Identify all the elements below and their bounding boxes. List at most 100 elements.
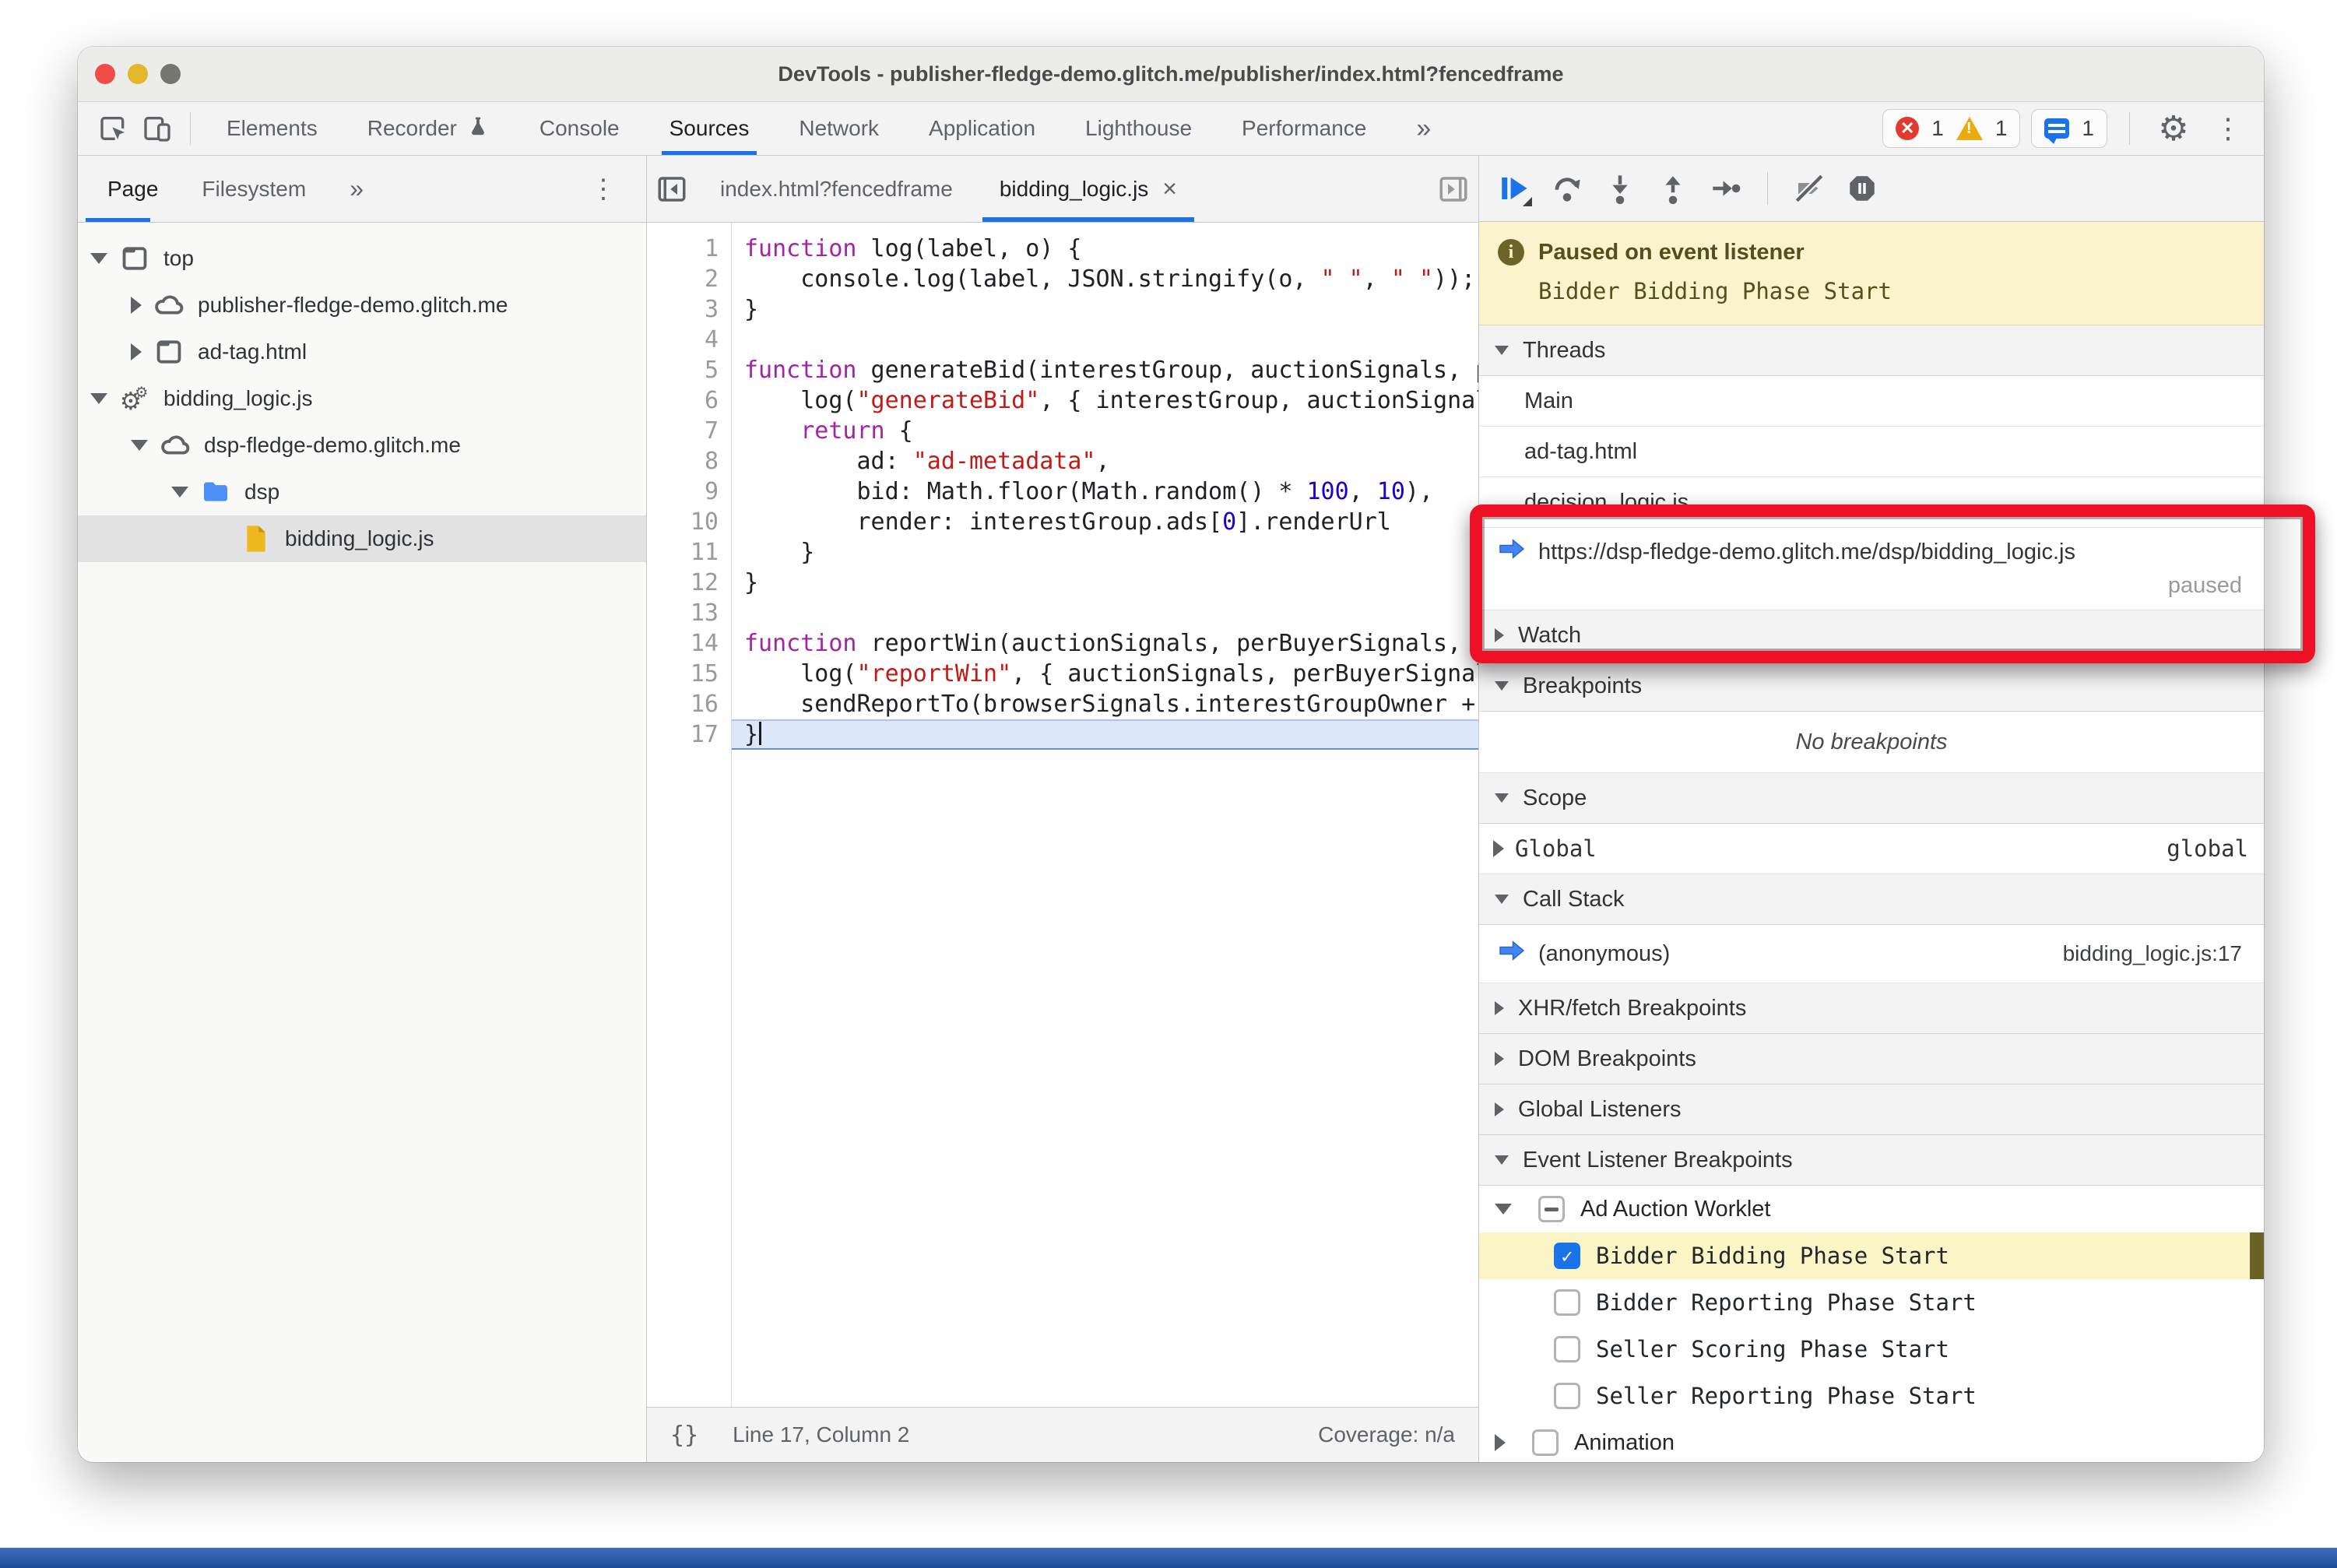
tree-item-bidding-logic-js[interactable]: ⚙ ⚙ bidding_logic.js xyxy=(78,375,646,422)
section-call-stack[interactable]: Call Stack xyxy=(1479,874,2264,925)
code-line-10[interactable]: render: interestGroup.ads[0].renderUrl xyxy=(744,507,1478,537)
line-number[interactable]: 16 xyxy=(647,689,719,719)
console-errors-warnings-badge[interactable]: ✕ 1 1 xyxy=(1882,109,2021,148)
minimize-button[interactable] xyxy=(128,64,148,84)
checkbox-icon[interactable] xyxy=(1532,1429,1559,1456)
thread-item-main[interactable]: Main xyxy=(1479,376,2264,427)
code-line-5[interactable]: function generateBid(interestGroup, auct… xyxy=(744,355,1478,385)
tree-item-publisher-fledge-demo-glitch-me[interactable]: publisher-fledge-demo.glitch.me xyxy=(78,282,646,329)
step-button[interactable] xyxy=(1703,166,1748,211)
tab-filesystem[interactable]: Filesystem xyxy=(180,156,328,222)
code-line-14[interactable]: function reportWin(auctionSignals, perBu… xyxy=(744,628,1478,659)
pause-on-exceptions-button[interactable] xyxy=(1840,166,1885,211)
code-line-4[interactable] xyxy=(744,325,1478,355)
line-number[interactable]: 3 xyxy=(647,294,719,325)
code-line-13[interactable] xyxy=(744,598,1478,628)
editor-tab-bidding-logic[interactable]: bidding_logic.js × xyxy=(976,156,1200,222)
checkbox-icon[interactable] xyxy=(1538,1196,1565,1222)
device-toolbar-button[interactable] xyxy=(135,107,179,150)
tab-performance[interactable]: Performance xyxy=(1217,102,1391,155)
window-titlebar[interactable]: DevTools - publisher-fledge-demo.glitch.… xyxy=(78,47,2264,102)
issues-badge[interactable]: 1 xyxy=(2031,109,2107,148)
code-line-1[interactable]: function log(label, o) { xyxy=(744,234,1478,264)
line-number[interactable]: 5 xyxy=(647,355,719,385)
line-number[interactable]: 15 xyxy=(647,659,719,689)
tree-item-dsp[interactable]: dsp xyxy=(78,469,646,515)
checkbox-icon[interactable] xyxy=(1554,1336,1580,1362)
tab-page[interactable]: Page xyxy=(86,156,180,222)
resume-script-button[interactable] xyxy=(1492,166,1537,211)
more-panels-button[interactable]: » xyxy=(1391,114,1456,144)
section-scope[interactable]: Scope xyxy=(1479,773,2264,824)
tree-item-ad-tag-html[interactable]: ad-tag.html xyxy=(78,329,646,375)
code-line-17[interactable]: } xyxy=(732,719,1478,750)
tab-console[interactable]: Console xyxy=(515,102,645,155)
inspect-element-button[interactable] xyxy=(92,107,135,150)
line-number[interactable]: 7 xyxy=(647,416,719,446)
tab-recorder[interactable]: Recorder xyxy=(343,102,515,155)
line-number[interactable]: 2 xyxy=(647,264,719,294)
close-tab-icon[interactable]: × xyxy=(1162,174,1177,203)
open-search-tab-button[interactable] xyxy=(1429,156,1478,222)
tab-elements[interactable]: Elements xyxy=(202,102,343,155)
tab-lighthouse[interactable]: Lighthouse xyxy=(1060,102,1217,155)
code-lines[interactable]: function log(label, o) { console.log(lab… xyxy=(732,223,1478,1407)
editor-tab-index-html[interactable]: index.html?fencedframe xyxy=(697,156,976,222)
line-number[interactable]: 13 xyxy=(647,598,719,628)
main-menu-button[interactable]: ⋮ xyxy=(2206,107,2250,150)
close-button[interactable] xyxy=(95,64,115,84)
tree-item-top[interactable]: top xyxy=(78,235,646,282)
tab-sources[interactable]: Sources xyxy=(645,102,775,155)
section-event-listener-breakpoints[interactable]: Event Listener Breakpoints xyxy=(1479,1135,2264,1186)
code-line-2[interactable]: console.log(label, JSON.stringify(o, " "… xyxy=(744,264,1478,294)
zoom-button[interactable] xyxy=(160,64,181,84)
hide-navigator-button[interactable] xyxy=(647,156,697,222)
step-out-button[interactable] xyxy=(1650,166,1696,211)
more-navigator-tabs-button[interactable]: » xyxy=(328,156,385,222)
tab-network[interactable]: Network xyxy=(774,102,904,155)
step-into-button[interactable] xyxy=(1597,166,1643,211)
step-over-button[interactable] xyxy=(1545,166,1590,211)
code-line-3[interactable]: } xyxy=(744,294,1478,325)
line-number-gutter[interactable]: 1 2 3 4 5 6 7 8 9 10 11 12 13 14 15 16 17 xyxy=(647,223,732,1407)
code-line-12[interactable]: } xyxy=(744,568,1478,598)
code-line-11[interactable]: } xyxy=(744,537,1478,568)
line-number[interactable]: 4 xyxy=(647,325,719,355)
checkbox-icon[interactable] xyxy=(1554,1289,1580,1316)
line-number[interactable]: 1 xyxy=(647,234,719,264)
tab-application[interactable]: Application xyxy=(904,102,1060,155)
line-number[interactable]: 9 xyxy=(647,476,719,507)
settings-button[interactable]: ⚙ xyxy=(2152,107,2195,150)
section-threads[interactable]: Threads xyxy=(1479,325,2264,376)
line-number[interactable]: 14 xyxy=(647,628,719,659)
checkbox-icon[interactable] xyxy=(1554,1383,1580,1409)
thread-item-ad-tag-html[interactable]: ad-tag.html xyxy=(1479,427,2264,477)
code-line-15[interactable]: log("reportWin", { auctionSignals, perBu… xyxy=(744,659,1478,689)
line-number[interactable]: 8 xyxy=(647,446,719,476)
deactivate-breakpoints-button[interactable] xyxy=(1787,166,1832,211)
tree-item-bidding-logic-js[interactable]: bidding_logic.js xyxy=(78,515,646,562)
navigator-menu-button[interactable]: ⋮ xyxy=(568,156,638,222)
call-stack-frame[interactable]: (anonymous) bidding_logic.js:17 xyxy=(1479,925,2264,983)
code-line-9[interactable]: bid: Math.floor(Math.random() * 100, 10)… xyxy=(744,476,1478,507)
elb-item-seller-scoring-phase-start[interactable]: Seller Scoring Phase Start xyxy=(1479,1326,2264,1373)
section-xhr-fetch-breakpoints[interactable]: XHR/fetch Breakpoints xyxy=(1479,983,2264,1034)
code-line-7[interactable]: return { xyxy=(744,416,1478,446)
line-number[interactable]: 10 xyxy=(647,507,719,537)
code-editor[interactable]: 1 2 3 4 5 6 7 8 9 10 11 12 13 14 15 16 17 function log(l… xyxy=(647,223,1478,1407)
line-number[interactable]: 17 xyxy=(647,719,719,750)
checkbox-icon[interactable]: ✓ xyxy=(1554,1243,1580,1269)
section-dom-breakpoints[interactable]: DOM Breakpoints xyxy=(1479,1034,2264,1085)
elb-item-bidder-bidding-phase-start[interactable]: ✓ Bidder Bidding Phase Start xyxy=(1479,1232,2264,1279)
elb-group-animation[interactable]: Animation xyxy=(1479,1419,2264,1462)
code-line-8[interactable]: ad: "ad-metadata", xyxy=(744,446,1478,476)
code-line-6[interactable]: log("generateBid", { interestGroup, auct… xyxy=(744,385,1478,416)
section-global-listeners[interactable]: Global Listeners xyxy=(1479,1085,2264,1135)
elb-group-ad-auction-worklet[interactable]: Ad Auction Worklet xyxy=(1479,1186,2264,1232)
tree-item-dsp-fledge-demo-glitch-me[interactable]: dsp-fledge-demo.glitch.me xyxy=(78,422,646,469)
code-line-16[interactable]: sendReportTo(browserSignals.interestGrou… xyxy=(744,689,1478,719)
pretty-print-icon[interactable]: {} xyxy=(670,1422,698,1449)
line-number[interactable]: 6 xyxy=(647,385,719,416)
scope-entry-global[interactable]: Global global xyxy=(1479,824,2264,874)
line-number[interactable]: 12 xyxy=(647,568,719,598)
